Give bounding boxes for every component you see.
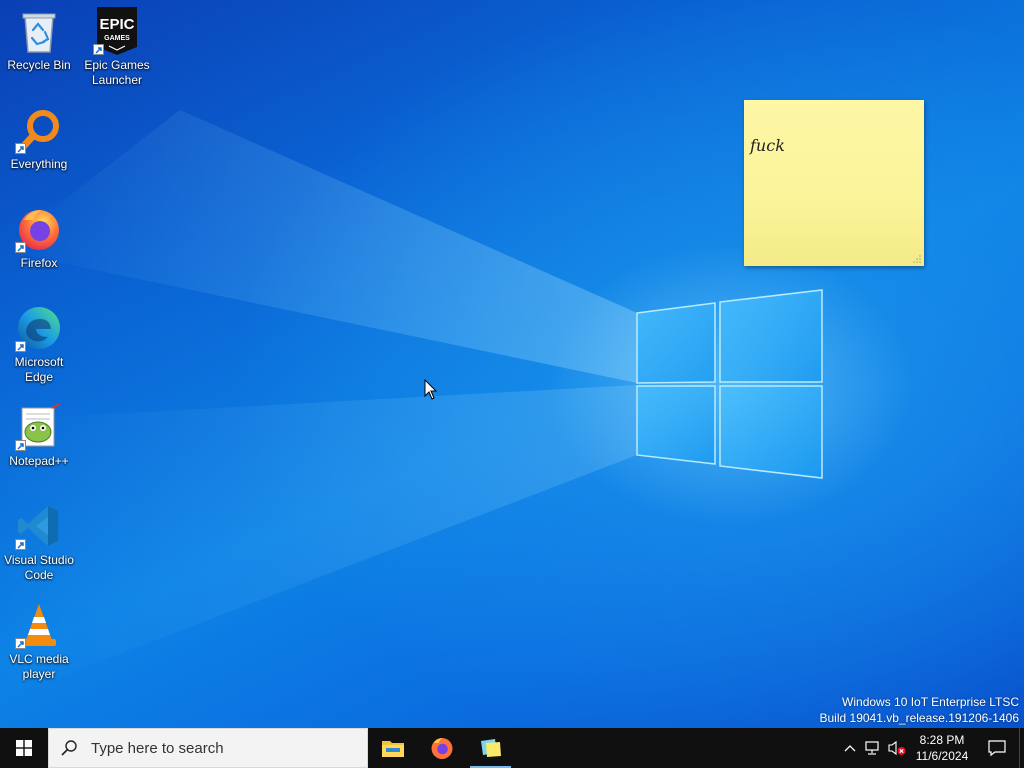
desktop-icon-notepad-plus-plus[interactable]: Notepad++	[0, 403, 78, 469]
vlc-icon	[15, 601, 63, 649]
desktop-icon-label: Everything	[10, 157, 68, 171]
desktop-icon-recycle-bin[interactable]: Recycle Bin	[0, 7, 78, 73]
desktop-icon-label: VLC media player	[9, 652, 69, 681]
show-desktop-button[interactable]	[1019, 728, 1024, 768]
desktop-icon-firefox[interactable]: Firefox	[0, 205, 78, 271]
watermark-build: Build 19041.vb_release.191206-1406	[819, 711, 1020, 725]
resize-grip-icon[interactable]	[912, 254, 922, 264]
network-icon	[865, 741, 879, 755]
desktop-icon-label: Recycle Bin	[7, 58, 71, 72]
search-placeholder: Type here to search	[91, 739, 224, 757]
desktop-icon-label: Microsoft Edge	[14, 355, 64, 384]
desktop-background[interactable]: Recycle Bin EPIC GAMES Epic Games Launch…	[0, 0, 1024, 728]
system-tray: 8:28 PM 11/6/2024	[839, 728, 1024, 768]
network-status-button[interactable]	[861, 728, 885, 768]
chevron-up-icon	[844, 745, 856, 752]
desktop-icon-label: Firefox	[20, 256, 58, 270]
svg-text:EPIC: EPIC	[99, 16, 134, 33]
desktop-icon-vscode[interactable]: Visual Studio Code	[0, 502, 78, 583]
firefox-icon	[15, 205, 63, 253]
taskbar-clock[interactable]: 8:28 PM 11/6/2024	[909, 728, 975, 768]
vscode-icon	[15, 502, 63, 550]
everything-search-icon	[15, 106, 63, 154]
notepad-plus-plus-icon	[15, 403, 63, 451]
desktop-icon-edge[interactable]: Microsoft Edge	[0, 304, 78, 385]
file-explorer-icon	[381, 741, 404, 757]
sticky-notes-icon	[480, 739, 501, 757]
desktop-icon-label: Notepad++	[9, 454, 69, 468]
taskbar-app-sticky-notes[interactable]	[466, 728, 515, 768]
recycle-bin-icon	[15, 7, 63, 55]
taskbar-app-firefox[interactable]	[417, 728, 466, 768]
desktop-icon-epic-games[interactable]: EPIC GAMES Epic Games Launcher	[78, 7, 156, 88]
svg-text:GAMES: GAMES	[104, 35, 130, 42]
shortcut-arrow-icon	[15, 242, 26, 253]
mouse-cursor-icon	[424, 379, 438, 400]
windows-version-watermark: Windows 10 IoT Enterprise LTSC Build 190…	[820, 694, 1020, 726]
desktop-icon-label: Epic Games Launcher	[84, 58, 150, 87]
edge-icon	[15, 304, 63, 352]
shortcut-arrow-icon	[15, 341, 26, 352]
epic-games-icon: EPIC GAMES	[93, 7, 141, 55]
notification-icon	[988, 740, 1006, 757]
clock-time: 8:28 PM	[919, 733, 965, 747]
firefox-icon	[431, 738, 452, 759]
shortcut-arrow-icon	[15, 638, 26, 649]
clock-date: 11/6/2024	[915, 749, 969, 763]
sticky-note-text[interactable]: fuck	[750, 136, 785, 155]
volume-muted-icon	[888, 740, 906, 756]
watermark-edition: Windows 10 IoT Enterprise LTSC	[842, 695, 1019, 709]
shortcut-arrow-icon	[15, 539, 26, 550]
sticky-note[interactable]: fuck	[744, 100, 924, 266]
taskbar-search-box[interactable]: Type here to search	[48, 728, 368, 768]
taskbar-app-file-explorer[interactable]	[368, 728, 417, 768]
shortcut-arrow-icon	[15, 143, 26, 154]
shortcut-arrow-icon	[15, 440, 26, 451]
desktop-icon-label: Visual Studio Code	[4, 553, 74, 582]
shortcut-arrow-icon	[93, 44, 104, 55]
desktop-icon-everything[interactable]: Everything	[0, 106, 78, 172]
windows-logo-icon	[16, 740, 32, 756]
show-hidden-icons-button[interactable]	[839, 728, 861, 768]
start-button[interactable]	[0, 728, 48, 768]
volume-button[interactable]	[885, 728, 909, 768]
search-icon	[61, 740, 77, 756]
action-center-button[interactable]	[975, 728, 1019, 768]
taskbar: Type here to search 8:28 PM 11/6/2024	[0, 728, 1024, 768]
desktop-icon-vlc[interactable]: VLC media player	[0, 601, 78, 682]
